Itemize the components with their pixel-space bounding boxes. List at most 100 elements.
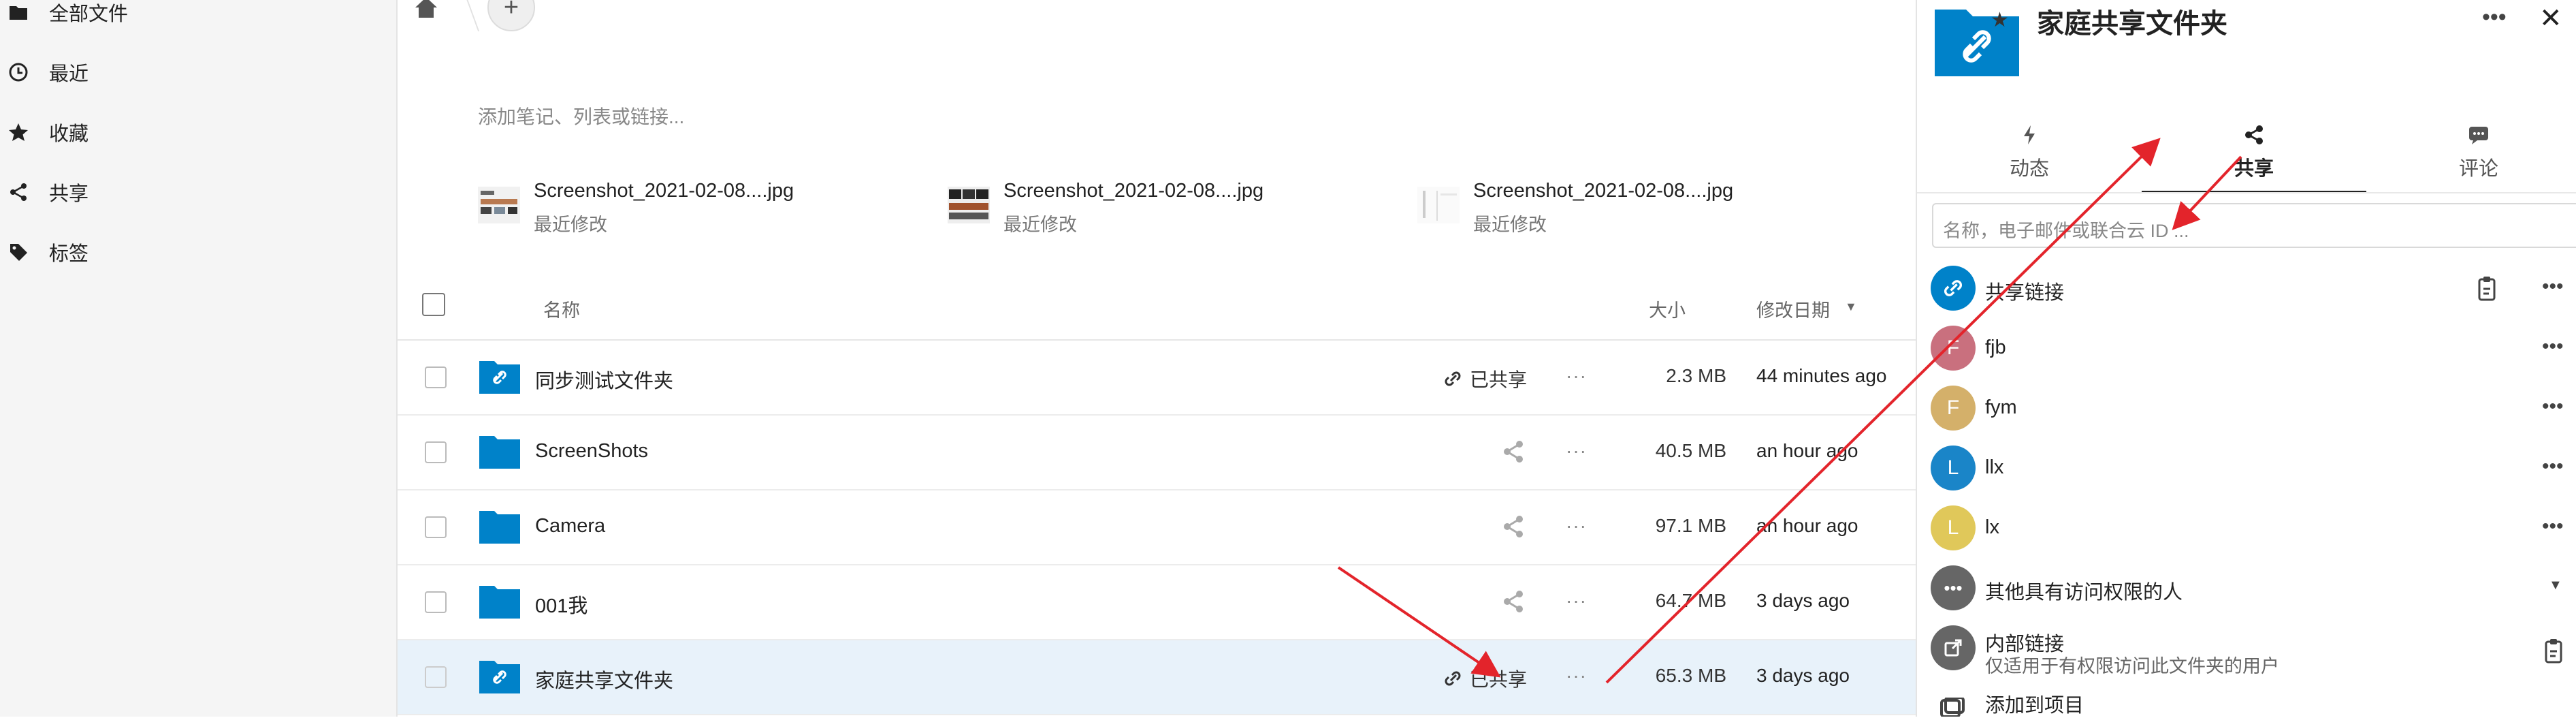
share-link-label: 共享链接 (1985, 282, 2065, 304)
file-name[interactable]: ScreenShots (535, 440, 648, 463)
sidebar-item-label: 收藏 (49, 123, 89, 145)
row-checkbox[interactable] (425, 516, 447, 538)
more-actions-button[interactable]: ··· (1566, 665, 1587, 687)
share-icon[interactable] (1502, 514, 1525, 540)
tab-comments[interactable]: 评论 (2366, 116, 2576, 191)
sidebar-item-label: 标签 (49, 243, 89, 265)
sidebar-item-label: 全部文件 (49, 3, 129, 25)
share-icon (7, 181, 30, 204)
share-entry-more-button[interactable]: ••• (2542, 515, 2564, 538)
file-date: an hour ago (1756, 440, 1858, 461)
table-row-selected[interactable]: 家庭共享文件夹 已共享 ··· 65.3 MB 3 days ago (398, 640, 1916, 715)
notes-input[interactable]: 添加笔记、列表或链接... (478, 102, 684, 129)
row-checkbox[interactable] (425, 666, 447, 688)
share-entry: F fjb ••• (1917, 320, 2576, 380)
share-icon[interactable] (1502, 439, 1525, 465)
share-entry: L lx ••• (1917, 500, 2576, 560)
panel-more-button[interactable]: ••• (2482, 4, 2507, 31)
table-row[interactable]: 同步测试文件夹 已共享 ··· 2.3 MB 44 minutes ago (398, 341, 1916, 416)
link-icon (1445, 371, 1461, 386)
more-actions-button[interactable]: ··· (1566, 515, 1587, 537)
tab-label: 评论 (2458, 158, 2498, 180)
external-link-icon (1931, 625, 1976, 670)
star-icon (7, 121, 30, 144)
recent-file[interactable]: Screenshot_2021-02-08....jpg 最近修改 (1417, 177, 1853, 238)
share-link-more-button[interactable]: ••• (2542, 275, 2564, 298)
link-icon (1931, 266, 1976, 311)
file-date: an hour ago (1756, 515, 1858, 536)
file-name[interactable]: Camera (535, 515, 605, 537)
share-user-name: lx (1985, 516, 1999, 538)
tab-activity[interactable]: 动态 (1917, 116, 2142, 191)
sidebar-item-all-files[interactable]: 全部文件 (0, 0, 396, 38)
recent-file[interactable]: Screenshot_2021-02-08....jpg 最近修改 (478, 177, 914, 238)
sidebar-item-shares[interactable]: 共享 (0, 166, 396, 218)
share-icon[interactable] (1502, 589, 1525, 614)
table-row[interactable]: Camera ··· 97.1 MB an hour ago (398, 490, 1916, 565)
share-search-input[interactable]: 名称，电子邮件或联合云 ID ... (1932, 203, 2576, 248)
copy-link-icon[interactable] (2475, 275, 2498, 302)
share-entry-more-button[interactable]: ••• (2542, 395, 2564, 418)
share-user-name: fjb (1985, 337, 2006, 358)
add-button[interactable]: + (487, 0, 535, 31)
image-thumbnail (948, 187, 990, 223)
home-icon[interactable] (414, 0, 441, 23)
tab-sharing[interactable]: 共享 (2142, 116, 2366, 193)
file-size: 2.3 MB (1666, 365, 1726, 386)
panel-title: 家庭共享文件夹 (2037, 9, 2227, 39)
column-name[interactable]: 名称 (543, 296, 580, 322)
file-name[interactable]: 同步测试文件夹 (535, 365, 673, 394)
row-checkbox[interactable] (425, 366, 447, 388)
others-label: 其他具有访问权限的人 (1985, 582, 2183, 604)
file-size: 65.3 MB (1655, 665, 1726, 686)
sidebar: 全部文件 最近 收藏 共享 标签 (0, 0, 398, 717)
more-actions-button[interactable]: ··· (1566, 365, 1587, 387)
favorite-star-icon[interactable]: ★ (1991, 8, 2009, 32)
add-to-project-row[interactable]: 添加到项目 (1917, 681, 2576, 717)
share-link-row: 共享链接 ••• (1917, 260, 2576, 320)
sidebar-item-tags[interactable]: 标签 (0, 226, 396, 278)
tab-divider (1917, 192, 2576, 193)
shared-status[interactable]: 已共享 (1443, 365, 1527, 392)
close-button[interactable]: ✕ (2539, 3, 2562, 34)
recent-file[interactable]: Screenshot_2021-02-08....jpg 最近修改 (948, 177, 1383, 238)
share-entry-more-button[interactable]: ••• (2542, 455, 2564, 478)
row-checkbox[interactable] (425, 591, 447, 613)
column-modified[interactable]: 修改日期 (1756, 296, 1830, 322)
column-size[interactable]: 大小 (1649, 296, 1686, 322)
recent-file-sub: 最近修改 (1473, 215, 1547, 235)
file-name[interactable]: 家庭共享文件夹 (535, 665, 673, 693)
sidebar-item-favorites[interactable]: 收藏 (0, 106, 396, 158)
file-size: 40.5 MB (1655, 440, 1726, 461)
copy-link-icon[interactable] (2542, 638, 2565, 665)
others-with-access-row[interactable]: ••• 其他具有访问权限的人 ▼ (1917, 560, 2576, 620)
table-row[interactable]: 001我 ··· 64.7 MB 3 days ago (398, 565, 1916, 640)
sidebar-item-label: 最近 (49, 63, 89, 85)
sort-desc-icon[interactable]: ▼ (1845, 300, 1857, 314)
share-user-name: llx (1985, 456, 2004, 478)
more-actions-button[interactable]: ··· (1566, 440, 1587, 462)
shared-folder-icon (479, 661, 520, 693)
chevron-down-icon[interactable]: ▼ (2549, 578, 2562, 593)
share-user-name: fym (1985, 396, 2017, 418)
image-thumbnail (478, 187, 520, 223)
clock-icon (7, 61, 30, 84)
sidebar-item-label: 共享 (49, 183, 89, 205)
table-row[interactable]: ScreenShots ··· 40.5 MB an hour ago (398, 416, 1916, 490)
shared-label: 已共享 (1470, 669, 1528, 690)
select-all-checkbox[interactable] (422, 293, 445, 316)
row-checkbox[interactable] (425, 441, 447, 463)
folder-icon (7, 1, 30, 24)
share-entry-more-button[interactable]: ••• (2542, 335, 2564, 358)
shared-status[interactable]: 已共享 (1443, 665, 1527, 692)
folder-icon (479, 436, 520, 469)
shared-folder-icon (479, 361, 520, 394)
file-list-area: + 添加笔记、列表或链接... Screenshot_2021-02-08...… (398, 0, 1916, 717)
sidebar-item-recent[interactable]: 最近 (0, 46, 396, 98)
avatar: L (1931, 505, 1976, 550)
more-users-icon: ••• (1931, 565, 1976, 610)
more-actions-button[interactable]: ··· (1566, 590, 1587, 612)
folder-icon (479, 586, 520, 619)
file-date: 3 days ago (1756, 590, 1850, 611)
file-name[interactable]: 001我 (535, 590, 587, 619)
